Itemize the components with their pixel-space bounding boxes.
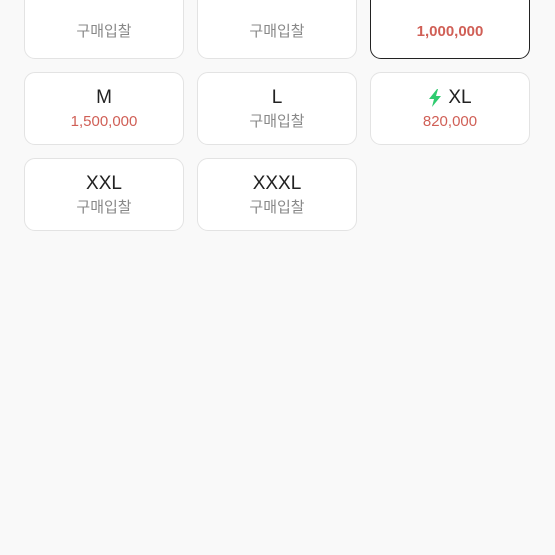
size-name: XL — [448, 86, 472, 108]
size-option-xxxl[interactable]: XXXL 구매입찰 — [197, 158, 357, 231]
size-option-selected[interactable]: 1,000,000 — [370, 0, 530, 59]
size-name: L — [271, 86, 283, 108]
size-option[interactable]: 구매입찰 — [197, 0, 357, 59]
size-option-m[interactable]: M 1,500,000 — [24, 72, 184, 145]
size-price: 1,000,000 — [416, 22, 484, 40]
size-option-xxl[interactable]: XXL 구매입찰 — [24, 158, 184, 231]
size-name: XXL — [86, 172, 122, 194]
size-name: XXXL — [252, 172, 302, 194]
lightning-icon — [428, 88, 442, 107]
size-price: 구매입찰 — [76, 198, 132, 216]
size-price: 구매입찰 — [249, 112, 305, 130]
size-option[interactable]: 구매입찰 — [24, 0, 184, 59]
size-price: 구매입찰 — [249, 22, 305, 40]
size-price: 820,000 — [422, 112, 478, 130]
size-price: 구매입찰 — [249, 198, 305, 216]
size-option-xl[interactable]: XL 820,000 — [370, 72, 530, 145]
size-grid: 구매입찰 구매입찰 1,000,000 M 1,500,000 L 구매입찰 X… — [24, 0, 531, 231]
size-name-row: XL — [428, 86, 472, 109]
size-price: 1,500,000 — [70, 112, 138, 130]
size-option-l[interactable]: L 구매입찰 — [197, 72, 357, 145]
size-price: 구매입찰 — [76, 22, 132, 40]
size-name: M — [96, 86, 112, 108]
